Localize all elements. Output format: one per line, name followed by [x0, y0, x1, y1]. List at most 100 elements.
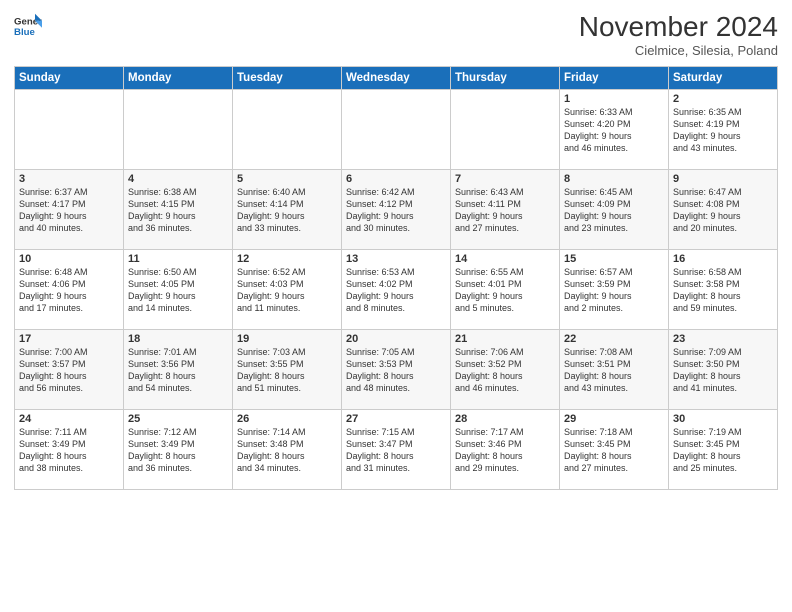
day-info: Sunset: 3:53 PM [346, 358, 446, 370]
day-info: Daylight: 9 hours [19, 210, 119, 222]
table-row: 30Sunrise: 7:19 AMSunset: 3:45 PMDayligh… [669, 409, 778, 489]
table-row: 22Sunrise: 7:08 AMSunset: 3:51 PMDayligh… [560, 329, 669, 409]
day-number: 19 [237, 333, 337, 345]
day-info: Sunrise: 7:19 AM [673, 426, 773, 438]
day-info: and 23 minutes. [564, 222, 664, 234]
day-info: Sunset: 4:01 PM [455, 278, 555, 290]
day-info: Daylight: 9 hours [346, 210, 446, 222]
table-row: 15Sunrise: 6:57 AMSunset: 3:59 PMDayligh… [560, 249, 669, 329]
day-info: Sunrise: 6:52 AM [237, 266, 337, 278]
day-number: 28 [455, 413, 555, 425]
table-row: 20Sunrise: 7:05 AMSunset: 3:53 PMDayligh… [342, 329, 451, 409]
day-info: Sunset: 3:45 PM [564, 438, 664, 450]
table-row: 9Sunrise: 6:47 AMSunset: 4:08 PMDaylight… [669, 169, 778, 249]
day-number: 2 [673, 93, 773, 105]
day-info: and 54 minutes. [128, 382, 228, 394]
day-info: and 25 minutes. [673, 462, 773, 474]
day-info: Daylight: 9 hours [237, 290, 337, 302]
day-info: Sunrise: 6:45 AM [564, 186, 664, 198]
day-info: Daylight: 8 hours [455, 450, 555, 462]
svg-text:Blue: Blue [14, 27, 35, 38]
day-number: 30 [673, 413, 773, 425]
day-info: Daylight: 8 hours [128, 370, 228, 382]
day-info: Sunset: 4:17 PM [19, 198, 119, 210]
day-number: 4 [128, 173, 228, 185]
day-number: 9 [673, 173, 773, 185]
page-subtitle: Cielmice, Silesia, Poland [579, 43, 778, 58]
day-info: and 11 minutes. [237, 302, 337, 314]
day-info: and 33 minutes. [237, 222, 337, 234]
day-info: Sunrise: 6:57 AM [564, 266, 664, 278]
header-wednesday: Wednesday [342, 66, 451, 89]
day-info: Sunrise: 6:37 AM [19, 186, 119, 198]
day-number: 23 [673, 333, 773, 345]
day-info: Sunrise: 7:12 AM [128, 426, 228, 438]
day-info: Sunset: 4:08 PM [673, 198, 773, 210]
day-info: Sunset: 4:14 PM [237, 198, 337, 210]
day-number: 8 [564, 173, 664, 185]
table-row: 2Sunrise: 6:35 AMSunset: 4:19 PMDaylight… [669, 89, 778, 169]
day-info: and 43 minutes. [673, 142, 773, 154]
page-header: General Blue November 2024 Cielmice, Sil… [14, 12, 778, 58]
day-info: and 8 minutes. [346, 302, 446, 314]
day-info: and 30 minutes. [346, 222, 446, 234]
day-info: Daylight: 9 hours [564, 210, 664, 222]
day-number: 18 [128, 333, 228, 345]
day-info: Sunrise: 7:08 AM [564, 346, 664, 358]
day-info: Sunrise: 6:38 AM [128, 186, 228, 198]
day-info: Daylight: 8 hours [673, 450, 773, 462]
day-number: 12 [237, 253, 337, 265]
day-number: 16 [673, 253, 773, 265]
table-row: 4Sunrise: 6:38 AMSunset: 4:15 PMDaylight… [124, 169, 233, 249]
day-info: Sunset: 3:51 PM [564, 358, 664, 370]
day-info: Sunset: 4:15 PM [128, 198, 228, 210]
day-info: Sunset: 4:11 PM [455, 198, 555, 210]
calendar-week-5: 24Sunrise: 7:11 AMSunset: 3:49 PMDayligh… [15, 409, 778, 489]
day-info: Sunrise: 7:06 AM [455, 346, 555, 358]
table-row [342, 89, 451, 169]
day-info: Sunrise: 7:11 AM [19, 426, 119, 438]
day-info: and 14 minutes. [128, 302, 228, 314]
table-row: 14Sunrise: 6:55 AMSunset: 4:01 PMDayligh… [451, 249, 560, 329]
day-number: 25 [128, 413, 228, 425]
day-info: Sunset: 4:09 PM [564, 198, 664, 210]
day-info: Daylight: 9 hours [564, 290, 664, 302]
day-info: and 36 minutes. [128, 462, 228, 474]
day-info: Sunrise: 7:17 AM [455, 426, 555, 438]
day-info: Sunset: 3:58 PM [673, 278, 773, 290]
day-info: Sunset: 3:45 PM [673, 438, 773, 450]
table-row: 13Sunrise: 6:53 AMSunset: 4:02 PMDayligh… [342, 249, 451, 329]
header-sunday: Sunday [15, 66, 124, 89]
day-info: and 46 minutes. [564, 142, 664, 154]
day-info: Sunrise: 6:55 AM [455, 266, 555, 278]
day-number: 3 [19, 173, 119, 185]
day-info: Sunset: 3:48 PM [237, 438, 337, 450]
day-info: and 40 minutes. [19, 222, 119, 234]
day-info: Daylight: 9 hours [455, 290, 555, 302]
day-number: 27 [346, 413, 446, 425]
table-row: 18Sunrise: 7:01 AMSunset: 3:56 PMDayligh… [124, 329, 233, 409]
day-info: and 17 minutes. [19, 302, 119, 314]
day-info: and 34 minutes. [237, 462, 337, 474]
table-row: 11Sunrise: 6:50 AMSunset: 4:05 PMDayligh… [124, 249, 233, 329]
day-info: Sunrise: 6:42 AM [346, 186, 446, 198]
day-info: Daylight: 8 hours [455, 370, 555, 382]
day-info: Sunset: 3:50 PM [673, 358, 773, 370]
day-info: and 27 minutes. [564, 462, 664, 474]
day-info: Sunrise: 7:00 AM [19, 346, 119, 358]
day-info: Sunrise: 6:35 AM [673, 106, 773, 118]
logo: General Blue [14, 12, 42, 40]
day-number: 11 [128, 253, 228, 265]
header-monday: Monday [124, 66, 233, 89]
day-info: Sunrise: 6:53 AM [346, 266, 446, 278]
day-info: Sunset: 3:52 PM [455, 358, 555, 370]
day-info: and 29 minutes. [455, 462, 555, 474]
day-info: and 48 minutes. [346, 382, 446, 394]
table-row: 6Sunrise: 6:42 AMSunset: 4:12 PMDaylight… [342, 169, 451, 249]
table-row [15, 89, 124, 169]
day-number: 7 [455, 173, 555, 185]
table-row: 28Sunrise: 7:17 AMSunset: 3:46 PMDayligh… [451, 409, 560, 489]
day-info: Sunrise: 6:58 AM [673, 266, 773, 278]
day-info: Daylight: 9 hours [564, 130, 664, 142]
day-number: 14 [455, 253, 555, 265]
